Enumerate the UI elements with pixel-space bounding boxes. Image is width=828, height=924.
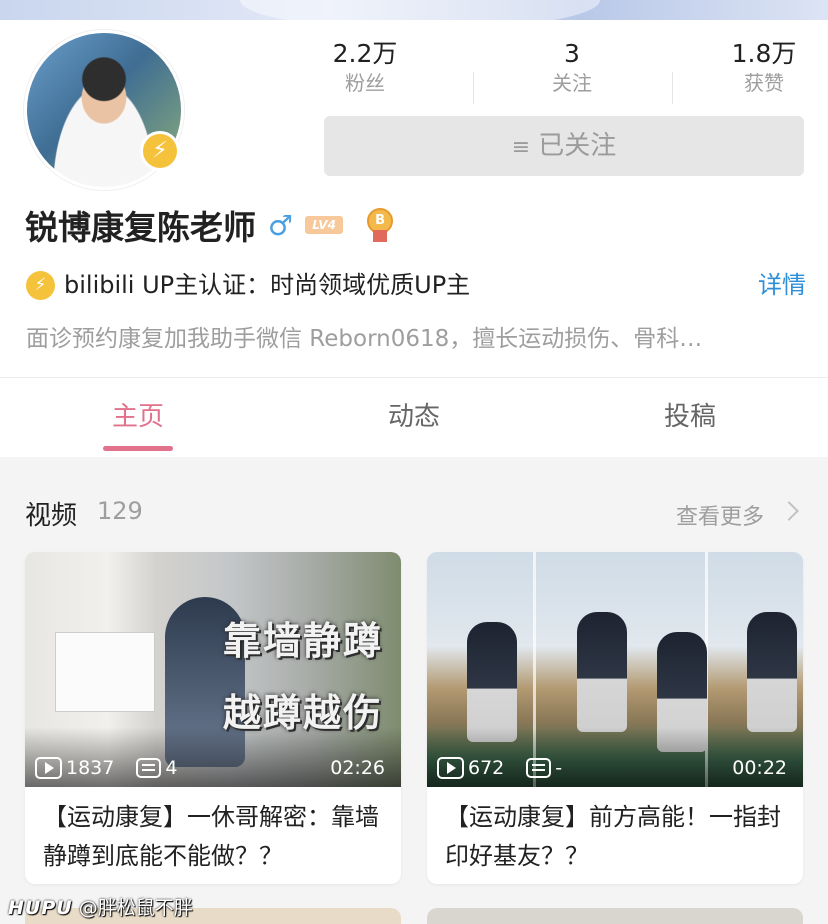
danmaku-count: 4 <box>165 757 178 779</box>
video-duration: 00:22 <box>732 757 787 779</box>
profile-tabs: 主页 动态 投稿 <box>0 377 828 457</box>
watermark-brand: HUPU <box>8 897 73 919</box>
stat-value: 2.2万 <box>332 39 398 68</box>
lightning-icon: ⚡ <box>26 271 55 300</box>
chevron-right-icon[interactable] <box>779 501 799 521</box>
danmaku-count: - <box>555 757 563 779</box>
video-meta: 1837 4 <box>35 754 177 782</box>
danmaku-icon <box>136 758 162 778</box>
bio[interactable]: 面诊预约康复加我助手微信 Reborn0618，擅长运动损伤、骨科… <box>26 321 786 357</box>
stat-value: 3 <box>564 39 580 68</box>
play-count-icon <box>437 757 464 779</box>
level-badge[interactable]: LV4 <box>305 216 344 234</box>
thumbnail-caption: 靠墙静蹲 <box>222 619 383 663</box>
divider <box>672 72 673 104</box>
stat-fans[interactable]: 2.2万 粉丝 <box>295 38 435 96</box>
thumbnail-inset <box>55 632 155 712</box>
video-card-partial[interactable] <box>427 908 803 924</box>
watermark: HUPU @胖松鼠不胖 <box>8 893 193 919</box>
play-count-icon <box>35 757 62 779</box>
name-row: 锐博康复陈老师 ♂ LV4 B <box>25 202 395 248</box>
profile-banner <box>0 0 828 20</box>
video-meta: 672 - <box>437 754 562 782</box>
certification-row: ⚡ bilibili UP主认证：时尚领域优质UP主 详情 <box>26 267 806 303</box>
video-duration: 02:26 <box>330 757 385 779</box>
stat-label: 粉丝 <box>345 71 385 95</box>
tab-dynamics[interactable]: 动态 <box>276 378 552 458</box>
video-thumbnail[interactable] <box>427 552 803 787</box>
stat-following[interactable]: 3 关注 <box>502 38 642 96</box>
profile-stats: 2.2万 粉丝 3 关注 1.8万 获赞 <box>260 38 820 108</box>
video-thumbnail[interactable]: 靠墙静蹲 越蹲越伤 <box>25 552 401 787</box>
watermark-user: @胖松鼠不胖 <box>78 897 193 919</box>
menu-icon: ≡ <box>511 135 531 160</box>
following-button[interactable]: ≡ 已关注 <box>324 116 804 176</box>
video-count: 129 <box>97 497 143 525</box>
male-icon: ♂ <box>268 208 294 242</box>
certification-text: bilibili UP主认证：时尚领域优质UP主 <box>64 271 471 299</box>
video-card[interactable]: 靠墙静蹲 越蹲越伤 1837 4 02:26 【运动康复】一休哥解密：靠墙静蹲到… <box>25 552 401 884</box>
divider <box>473 72 474 104</box>
tab-active-indicator <box>103 446 173 451</box>
videos-section-header: 视频 129 查看更多 <box>0 457 828 547</box>
thumbnail-person <box>577 612 627 732</box>
video-title[interactable]: 【运动康复】一休哥解密：靠墙静蹲到底能不能做？？ <box>43 798 388 878</box>
user-name: 锐博康复陈老师 <box>25 208 256 247</box>
stat-label: 关注 <box>552 71 592 95</box>
video-title[interactable]: 【运动康复】前方高能！一指封印好基友？？ <box>445 798 790 878</box>
thumbnail-person <box>467 622 517 742</box>
thumbnail-person <box>747 612 797 732</box>
video-card[interactable]: 672 - 00:22 【运动康复】前方高能！一指封印好基友？？ <box>427 552 803 884</box>
stat-likes[interactable]: 1.8万 获赞 <box>694 38 828 96</box>
stat-label: 获赞 <box>744 71 784 95</box>
medal-icon[interactable]: B <box>365 208 395 242</box>
stat-value: 1.8万 <box>731 39 797 68</box>
view-count: 1837 <box>66 757 115 779</box>
view-count: 672 <box>468 757 505 779</box>
verified-icon: ⚡ <box>140 131 180 171</box>
tab-submissions[interactable]: 投稿 <box>552 378 828 458</box>
medal-ribbon <box>373 230 388 242</box>
section-title: 视频 <box>25 501 78 531</box>
profile-header: ⚡ 2.2万 粉丝 3 关注 1.8万 获赞 ≡ 已关注 锐博康复陈老师 ♂ LV… <box>0 20 828 377</box>
view-more-link[interactable]: 查看更多 <box>676 499 764 531</box>
details-link[interactable]: 详情 <box>758 267 806 303</box>
danmaku-icon <box>526 758 552 778</box>
following-button-label: 已关注 <box>538 131 617 161</box>
